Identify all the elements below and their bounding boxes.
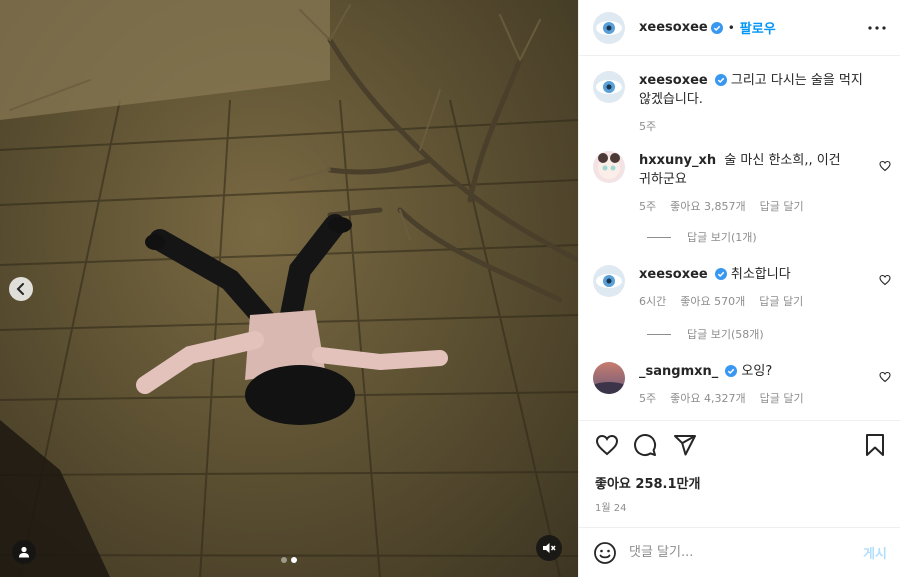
reply-button[interactable]: 답글 달기 <box>760 198 804 214</box>
post-media[interactable] <box>0 0 578 577</box>
avatar[interactable] <box>593 362 625 394</box>
replies-divider <box>647 236 671 238</box>
verified-badge-icon <box>725 365 738 377</box>
comment-button[interactable] <box>633 433 657 461</box>
comment-item: xeesoxee 취소합니다 6시간 좋아요 570개 답글 달기 <box>593 265 893 309</box>
comment-like-button[interactable] <box>879 157 891 176</box>
comment-like-button[interactable] <box>879 368 891 387</box>
speaker-muted-icon <box>543 543 556 553</box>
reply-button[interactable]: 답글 달기 <box>759 293 803 309</box>
comment-like-button[interactable] <box>879 271 891 290</box>
heart-icon <box>879 274 891 286</box>
post-comment-button[interactable]: 게시 <box>863 543 887 562</box>
comment-likes[interactable]: 좋아요 570개 <box>680 293 745 309</box>
share-button[interactable] <box>673 433 697 461</box>
comment-username[interactable]: _sangmxn_ <box>639 364 718 379</box>
follow-button[interactable]: 팔로우 <box>740 18 776 37</box>
comment-input[interactable] <box>629 545 839 560</box>
caption-time: 5주 <box>639 120 657 133</box>
previous-slide-button[interactable] <box>9 277 33 301</box>
verified-badge-icon <box>714 268 727 280</box>
comment-likes[interactable]: 좋아요 3,857개 <box>670 198 745 214</box>
comment-time: 5주 <box>639 200 657 213</box>
action-icons <box>593 433 888 459</box>
likes-count[interactable]: 좋아요 258.1만개 <box>595 473 700 492</box>
avatar[interactable] <box>593 151 625 183</box>
comment-composer: 게시 <box>579 527 900 577</box>
verified-badge-icon <box>710 21 723 34</box>
comment-icon <box>634 434 657 456</box>
replies-divider <box>647 333 671 335</box>
post-panel: xeesoxee • 팔로우 xeesoxee 그리고 다시는 술을 먹지 않겠… <box>578 0 900 577</box>
carousel-dot-active <box>291 557 297 563</box>
carousel-indicator <box>281 557 297 563</box>
reply-button[interactable]: 답글 달기 <box>760 390 804 406</box>
smiley-icon <box>594 541 616 564</box>
comment-time: 5주 <box>639 392 657 405</box>
comment-text: 취소합니다 <box>730 267 791 282</box>
verified-badge-icon <box>714 74 727 86</box>
post-actions: 좋아요 258.1만개 1월 24 <box>579 420 900 526</box>
comment-username[interactable]: xeesoxee <box>639 267 708 282</box>
view-replies-button[interactable]: 답글 보기(58개) <box>647 326 764 342</box>
more-horizontal-icon <box>868 25 886 30</box>
avatar[interactable] <box>593 71 625 103</box>
paper-plane-icon <box>674 435 696 456</box>
comment-likes[interactable]: 좋아요 4,327개 <box>670 390 745 406</box>
chevron-left-icon <box>16 283 24 295</box>
emoji-button[interactable] <box>593 541 617 565</box>
post-header: xeesoxee • 팔로우 <box>579 0 900 56</box>
avatar[interactable] <box>593 11 625 44</box>
caption-text: xeesoxee 그리고 다시는 술을 먹지 않겠습니다. <box>639 71 869 109</box>
header-username[interactable]: xeesoxee <box>639 20 708 35</box>
comment-item: hxxuny_xh 술 마신 한소희,, 이건 귀하군요 5주 좋아요 3,85… <box>593 151 893 214</box>
caption-username[interactable]: xeesoxee <box>639 73 708 88</box>
bookmark-icon <box>866 434 884 456</box>
save-button[interactable] <box>864 433 886 461</box>
comment-time: 6시간 <box>639 295 667 308</box>
view-replies-button[interactable]: 답글 보기(1개) <box>647 229 757 245</box>
view-replies-label: 답글 보기(1개) <box>687 231 757 244</box>
media-image <box>0 0 578 577</box>
caption: xeesoxee 그리고 다시는 술을 먹지 않겠습니다. 5주 <box>593 71 893 134</box>
mute-button[interactable] <box>536 535 562 561</box>
heart-icon <box>879 160 891 172</box>
comment-item: _sangmxn_ 오잉? 5주 좋아요 4,327개 답글 달기 <box>593 362 893 406</box>
like-button[interactable] <box>595 433 619 461</box>
view-replies-label: 답글 보기(58개) <box>687 328 764 341</box>
more-options-button[interactable] <box>868 25 886 30</box>
avatar[interactable] <box>593 265 625 297</box>
tagged-people-button[interactable] <box>12 540 36 564</box>
comment-text: 오잉? <box>741 364 773 379</box>
comment-username[interactable]: hxxuny_xh <box>639 153 716 168</box>
person-icon <box>19 546 29 558</box>
post-date[interactable]: 1월 24 <box>595 499 626 514</box>
comments-list[interactable]: xeesoxee 그리고 다시는 술을 먹지 않겠습니다. 5주 hxxuny_… <box>579 57 900 420</box>
heart-icon <box>879 371 891 383</box>
separator-dot: • <box>727 20 735 35</box>
heart-icon <box>595 434 619 456</box>
carousel-dot <box>281 557 287 563</box>
